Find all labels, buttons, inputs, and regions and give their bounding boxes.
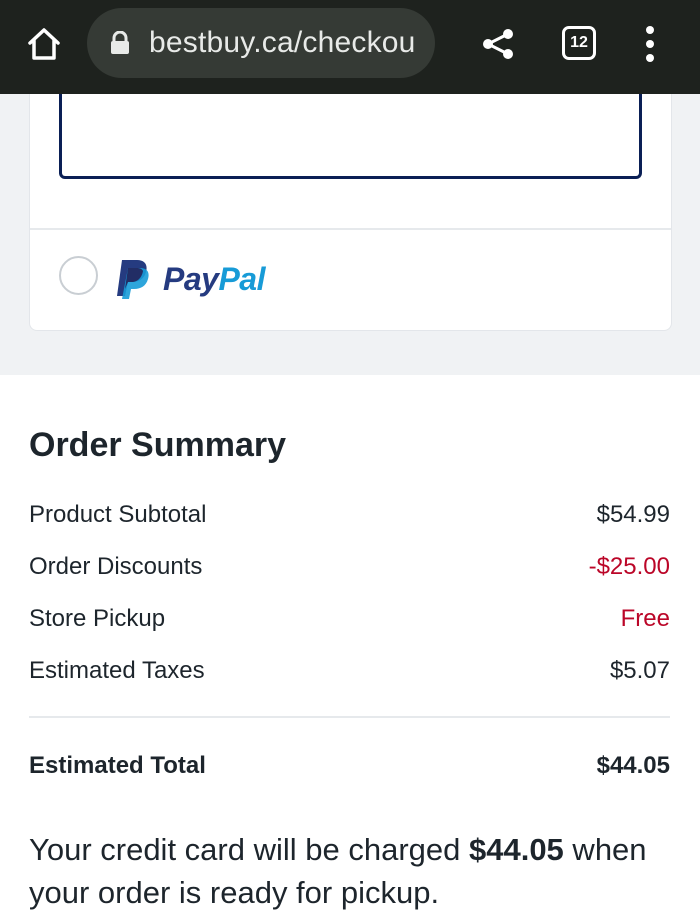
row-value: $54.99	[596, 501, 670, 528]
row-value: $5.07	[609, 657, 670, 684]
more-vert-icon[interactable]	[632, 22, 668, 66]
row-label: Store Pickup	[29, 605, 166, 632]
order-summary-title: Order Summary	[29, 426, 286, 464]
url-text: bestbuy.ca/checkou	[149, 26, 416, 59]
share-button[interactable]	[478, 24, 518, 64]
summary-row-discounts: Order Discounts -$25.00	[29, 550, 670, 584]
home-icon	[28, 28, 60, 60]
row-label: Product Subtotal	[29, 501, 207, 528]
row-label: Estimated Taxes	[29, 657, 205, 684]
charge-note: Your credit card will be charged $44.05 …	[29, 828, 670, 911]
summary-row-subtotal: Product Subtotal $54.99	[29, 498, 670, 532]
row-value: Free	[620, 605, 670, 632]
tab-switcher-button[interactable]: 12	[562, 26, 596, 60]
summary-row-taxes: Estimated Taxes $5.07	[29, 654, 670, 688]
browser-toolbar: bestbuy.ca/checkou 12	[0, 0, 700, 94]
paypal-radio[interactable]	[59, 256, 98, 295]
note-prefix: Your credit card will be charged	[29, 832, 469, 867]
lock-icon	[111, 31, 129, 54]
paypal-icon	[117, 260, 149, 299]
paypal-wordmark: PayPal	[163, 260, 265, 297]
home-button[interactable]	[22, 22, 66, 66]
row-label: Order Discounts	[29, 553, 203, 580]
tab-count: 12	[570, 34, 588, 51]
summary-divider	[29, 716, 670, 718]
summary-row-store-pickup: Store Pickup Free	[29, 602, 670, 636]
summary-row-total: Estimated Total $44.05	[29, 749, 670, 783]
payment-divider	[30, 228, 671, 230]
address-bar[interactable]: bestbuy.ca/checkou	[87, 8, 435, 78]
row-value: -$25.00	[588, 553, 670, 580]
paypal-option[interactable]: PayPal	[115, 257, 265, 301]
total-label: Estimated Total	[29, 752, 206, 779]
share-icon	[483, 29, 513, 59]
card-input-field[interactable]	[59, 94, 642, 179]
note-amount: $44.05	[468, 832, 564, 867]
total-value: $44.05	[596, 752, 670, 779]
